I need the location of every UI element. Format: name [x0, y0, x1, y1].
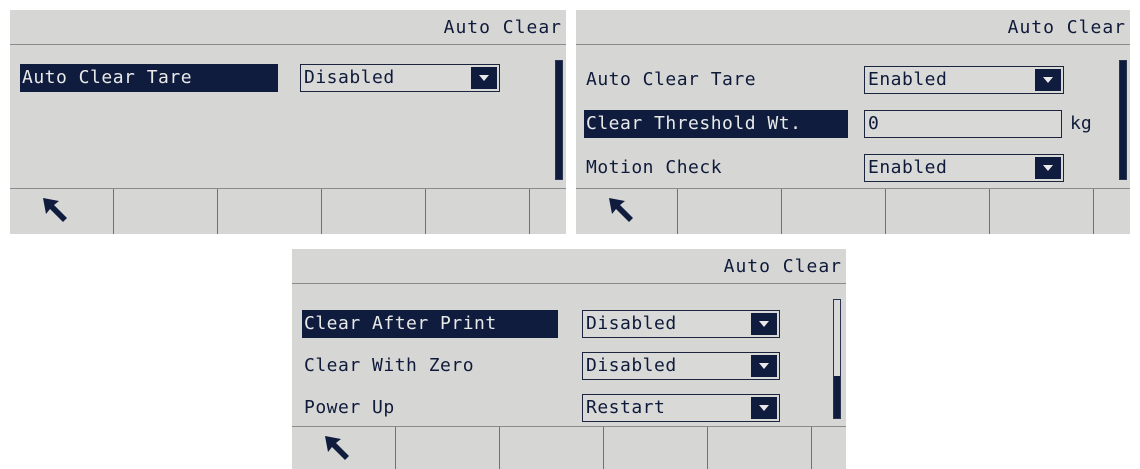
back-arrow-icon — [43, 198, 67, 222]
softkey-2[interactable] — [396, 427, 500, 469]
softkey-5[interactable] — [708, 427, 812, 469]
input-value: 0 — [868, 113, 879, 134]
dropdown-value: Disabled — [586, 313, 677, 334]
motion-check-row[interactable]: Motion Check Enabled — [576, 154, 1116, 182]
softkey-back[interactable] — [576, 189, 678, 234]
clear-after-print-label: Clear After Print — [302, 310, 558, 338]
clear-with-zero-dropdown[interactable]: Disabled — [582, 352, 780, 380]
motion-check-label: Motion Check — [586, 157, 723, 178]
softkey-6[interactable] — [1094, 189, 1130, 234]
scrollbar[interactable] — [1119, 60, 1127, 180]
clear-after-print-row[interactable]: Clear After Print Disabled — [292, 310, 832, 338]
softkey-back[interactable] — [10, 189, 114, 234]
softkey-2[interactable] — [114, 189, 218, 234]
softkey-4[interactable] — [604, 427, 708, 469]
auto-clear-screen-2: Auto Clear Auto Clear Tare Enabled Clear… — [576, 10, 1130, 234]
dropdown-value: Enabled — [868, 69, 948, 90]
chevron-down-icon[interactable] — [751, 313, 777, 335]
scrollbar-thumb[interactable] — [1120, 61, 1126, 179]
auto-clear-tare-row[interactable]: Auto Clear Tare Disabled — [10, 64, 550, 92]
softkey-6[interactable] — [530, 189, 566, 234]
auto-clear-screen-3: Auto Clear Clear After Print Disabled Cl… — [292, 249, 846, 469]
softkey-back[interactable] — [292, 427, 396, 469]
softkey-bar — [10, 188, 566, 234]
clear-threshold-label: Clear Threshold Wt. — [584, 110, 848, 138]
clear-threshold-input[interactable]: 0 — [864, 110, 1062, 138]
dropdown-value: Disabled — [586, 355, 677, 376]
unit-label: kg — [1070, 113, 1092, 134]
chevron-down-icon[interactable] — [1035, 69, 1061, 91]
dropdown-value: Enabled — [868, 157, 948, 178]
auto-clear-tare-dropdown[interactable]: Enabled — [864, 66, 1064, 94]
clear-threshold-row[interactable]: Clear Threshold Wt. 0 kg — [576, 110, 1116, 138]
auto-clear-tare-dropdown[interactable]: Disabled — [300, 64, 500, 92]
softkey-3[interactable] — [500, 427, 604, 469]
chevron-down-icon[interactable] — [471, 67, 497, 89]
softkey-5[interactable] — [426, 189, 530, 234]
softkey-2[interactable] — [678, 189, 782, 234]
softkey-6[interactable] — [812, 427, 846, 469]
softkey-bar — [292, 426, 846, 469]
clear-after-print-dropdown[interactable]: Disabled — [582, 310, 780, 338]
auto-clear-tare-row[interactable]: Auto Clear Tare Enabled — [576, 66, 1116, 94]
power-up-label: Power Up — [304, 397, 395, 418]
title-bar: Auto Clear — [292, 249, 846, 284]
clear-with-zero-label: Clear With Zero — [304, 355, 475, 376]
title-bar: Auto Clear — [10, 10, 566, 45]
chevron-down-icon[interactable] — [751, 397, 777, 419]
back-arrow-icon — [609, 198, 633, 222]
dropdown-value: Restart — [586, 397, 666, 418]
clear-with-zero-row[interactable]: Clear With Zero Disabled — [292, 352, 832, 380]
scrollbar[interactable] — [833, 299, 841, 419]
dropdown-value: Disabled — [304, 67, 395, 88]
auto-clear-tare-label: Auto Clear Tare — [586, 69, 757, 90]
scrollbar-thumb[interactable] — [834, 376, 840, 418]
auto-clear-screen-1: Auto Clear Auto Clear Tare Disabled — [10, 10, 566, 234]
page-title: Auto Clear — [723, 256, 842, 277]
power-up-dropdown[interactable]: Restart — [582, 394, 780, 422]
chevron-down-icon[interactable] — [751, 355, 777, 377]
scrollbar-thumb[interactable] — [556, 61, 562, 179]
softkey-4[interactable] — [322, 189, 426, 234]
auto-clear-tare-label: Auto Clear Tare — [20, 64, 278, 92]
softkey-bar — [576, 188, 1130, 234]
page-title: Auto Clear — [443, 17, 562, 38]
chevron-down-icon[interactable] — [1035, 157, 1061, 179]
softkey-3[interactable] — [218, 189, 322, 234]
softkey-3[interactable] — [782, 189, 886, 234]
power-up-row[interactable]: Power Up Restart — [292, 394, 832, 422]
motion-check-dropdown[interactable]: Enabled — [864, 154, 1064, 182]
page-title: Auto Clear — [1007, 17, 1126, 38]
scrollbar[interactable] — [555, 60, 563, 180]
softkey-4[interactable] — [886, 189, 990, 234]
title-bar: Auto Clear — [576, 10, 1130, 45]
softkey-5[interactable] — [990, 189, 1094, 234]
back-arrow-icon — [325, 436, 349, 460]
